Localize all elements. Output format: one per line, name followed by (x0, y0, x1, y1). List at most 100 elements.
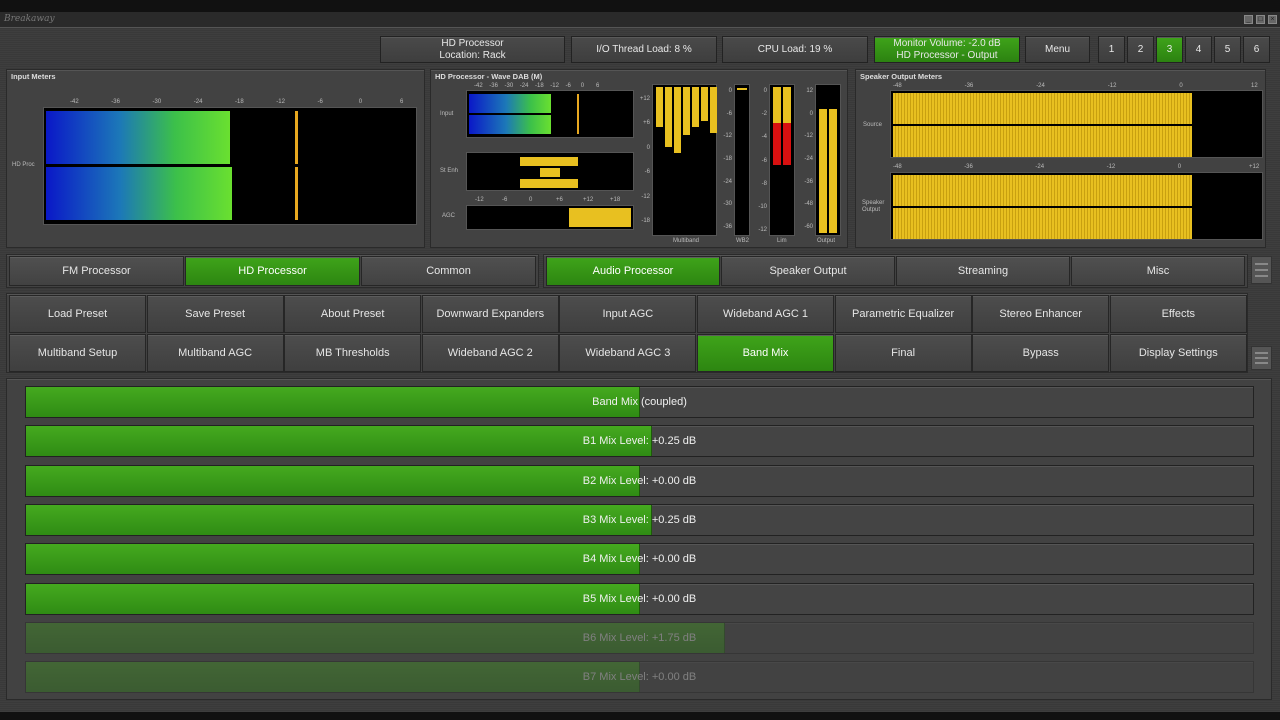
cpu-load-text: CPU Load: 19 % (757, 43, 833, 55)
input-peak-r (295, 167, 298, 220)
tab-hd-processor[interactable]: HD Processor (185, 256, 360, 286)
tab-misc[interactable]: Misc (1071, 256, 1245, 286)
band-mix-slider-5[interactable]: B5 Mix Level: +0.00 dB (25, 582, 1254, 615)
preset-button-5[interactable]: 5 (1214, 36, 1241, 63)
preset-button-1[interactable]: 1 (1098, 36, 1125, 63)
multiband-bar (710, 87, 717, 133)
scale-tick: +6 (556, 197, 563, 203)
scale-tick: -30 (152, 99, 162, 105)
subnav-effects[interactable]: Effects (1109, 295, 1247, 333)
scale-tick: 0 (809, 110, 813, 117)
subnav-band-mix[interactable]: Band Mix (697, 334, 834, 372)
band-mix-slider-0[interactable]: Band Mix (coupled) (25, 386, 1254, 418)
out-bar-l (819, 109, 827, 233)
scale-tick: 6 (596, 83, 600, 89)
subnav-display-settings[interactable]: Display Settings (1109, 334, 1247, 372)
subnav-wideband-agc-1[interactable]: Wideband AGC 1 (697, 295, 834, 333)
preset-button-6[interactable]: 6 (1243, 36, 1270, 63)
subnav-downward-expanders[interactable]: Downward Expanders (421, 295, 559, 333)
monitor-volume-button[interactable]: Monitor Volume: -2.0 dB HD Processor - O… (874, 36, 1020, 63)
maximize-icon[interactable]: □ (1256, 15, 1265, 24)
out-bar-r (829, 109, 837, 233)
preset-button-2[interactable]: 2 (1127, 36, 1154, 63)
subnav-bypass[interactable]: Bypass (972, 334, 1110, 372)
slider-label: B7 Mix Level: +0.00 dB (582, 671, 697, 684)
hd-input-peak (577, 94, 579, 134)
stereo-enhancer-meter (466, 152, 634, 191)
band-mix-slider-4[interactable]: B4 Mix Level: +0.00 dB (25, 543, 1254, 576)
scale-tick: 0 (580, 83, 585, 89)
band-mix-slider-7[interactable]: B7 Mix Level: +0.00 dB (25, 661, 1254, 694)
slider-label: B3 Mix Level: +0.25 dB (582, 513, 697, 526)
scale-tick: -12 (641, 193, 650, 200)
source-bar-r (893, 126, 1192, 157)
subnav-save-preset[interactable]: Save Preset (146, 295, 284, 333)
scale-tick: 6 (400, 99, 404, 105)
scale-tick: -12 (758, 227, 767, 233)
scale-tick: -30 (723, 201, 732, 208)
subnav-multiband-agc[interactable]: Multiband AGC (146, 334, 284, 372)
subnav-wideband-agc-3[interactable]: Wideband AGC 3 (559, 334, 697, 372)
tab-streaming[interactable]: Streaming (896, 256, 1070, 286)
tab-audio-processor[interactable]: Audio Processor (546, 256, 720, 286)
cpu-load-box: CPU Load: 19 % (722, 36, 868, 63)
agc-bar (569, 208, 631, 227)
tab-speaker-output[interactable]: Speaker Output (721, 256, 895, 286)
monitor-line2: HD Processor - Output (896, 49, 998, 61)
app-title: Breakaway (4, 14, 55, 24)
preset-button-4[interactable]: 4 (1185, 36, 1212, 63)
subnav-about-preset[interactable]: About Preset (284, 295, 422, 333)
scale-tick: 0 (728, 88, 732, 94)
scale-tick: 0 (646, 144, 650, 151)
minimize-icon[interactable]: _ (1244, 15, 1253, 24)
io-load-text: I/O Thread Load: 8 % (596, 43, 692, 55)
scale-tick: -18 (641, 218, 650, 224)
scale-tick: -2 (761, 111, 767, 118)
wb2-label: WB2 (736, 238, 750, 244)
subnav-scroll-handle[interactable] (1251, 346, 1272, 370)
band-mix-slider-2[interactable]: B2 Mix Level: +0.00 dB (25, 464, 1254, 497)
scale-tick: -42 (474, 83, 483, 89)
speaker-label-2: Output (862, 207, 881, 213)
slider-label: B6 Mix Level: +1.75 dB (582, 631, 697, 644)
menu-button[interactable]: Menu (1025, 36, 1090, 63)
preset-label: 5 (1224, 43, 1231, 55)
subnav-wideband-agc-2[interactable]: Wideband AGC 2 (421, 334, 559, 372)
scale-tick: -36 (489, 83, 498, 89)
scale-tick: -6 (644, 169, 650, 176)
menu-label: Menu (1044, 43, 1070, 55)
tab-scroll-handle[interactable] (1251, 256, 1272, 284)
subnav-input-agc[interactable]: Input AGC (559, 295, 697, 333)
subnav-mb-thresholds[interactable]: MB Thresholds (284, 334, 422, 372)
subnav-load-preset[interactable]: Load Preset (9, 295, 146, 333)
preset-button-3[interactable]: 3 (1156, 36, 1183, 63)
subnav-final[interactable]: Final (834, 334, 972, 372)
multiband-bar (692, 87, 699, 127)
input-meter-display (43, 107, 417, 225)
band-mix-slider-3[interactable]: B3 Mix Level: +0.25 dB (25, 503, 1254, 536)
input-meter-bar-r (46, 167, 232, 220)
subnav-stereo-enhancer[interactable]: Stereo Enhancer (972, 295, 1110, 333)
scale-tick: 0 (1179, 83, 1183, 89)
band-mix-slider-6[interactable]: B6 Mix Level: +1.75 dB (25, 621, 1254, 654)
subnav-multiband-setup[interactable]: Multiband Setup (9, 334, 146, 372)
scale-tick: -18 (235, 99, 244, 105)
scale-tick: -6 (726, 110, 732, 117)
scale-tick: -30 (504, 83, 514, 89)
scale-tick: -12 (804, 133, 813, 140)
lim-yellow-l (773, 87, 781, 123)
subnav-parametric-equalizer[interactable]: Parametric Equalizer (834, 295, 972, 333)
scale-tick: -12 (276, 99, 285, 105)
input-meter-bar-l (46, 111, 230, 164)
agc-meter (466, 205, 634, 230)
multiband-bar (674, 87, 681, 153)
preset-label: 3 (1166, 43, 1173, 55)
band-mix-slider-1[interactable]: B1 Mix Level: +0.25 dB (25, 425, 1254, 458)
close-icon[interactable]: × (1268, 15, 1277, 24)
location-box[interactable]: HD Processor Location: Rack (380, 36, 565, 63)
speaker-bar-r (893, 208, 1192, 239)
source-bar-l (893, 93, 1192, 124)
tab-fm-processor[interactable]: FM Processor (9, 256, 184, 286)
speaker-bar-l (893, 175, 1192, 206)
tab-common[interactable]: Common (361, 256, 536, 286)
